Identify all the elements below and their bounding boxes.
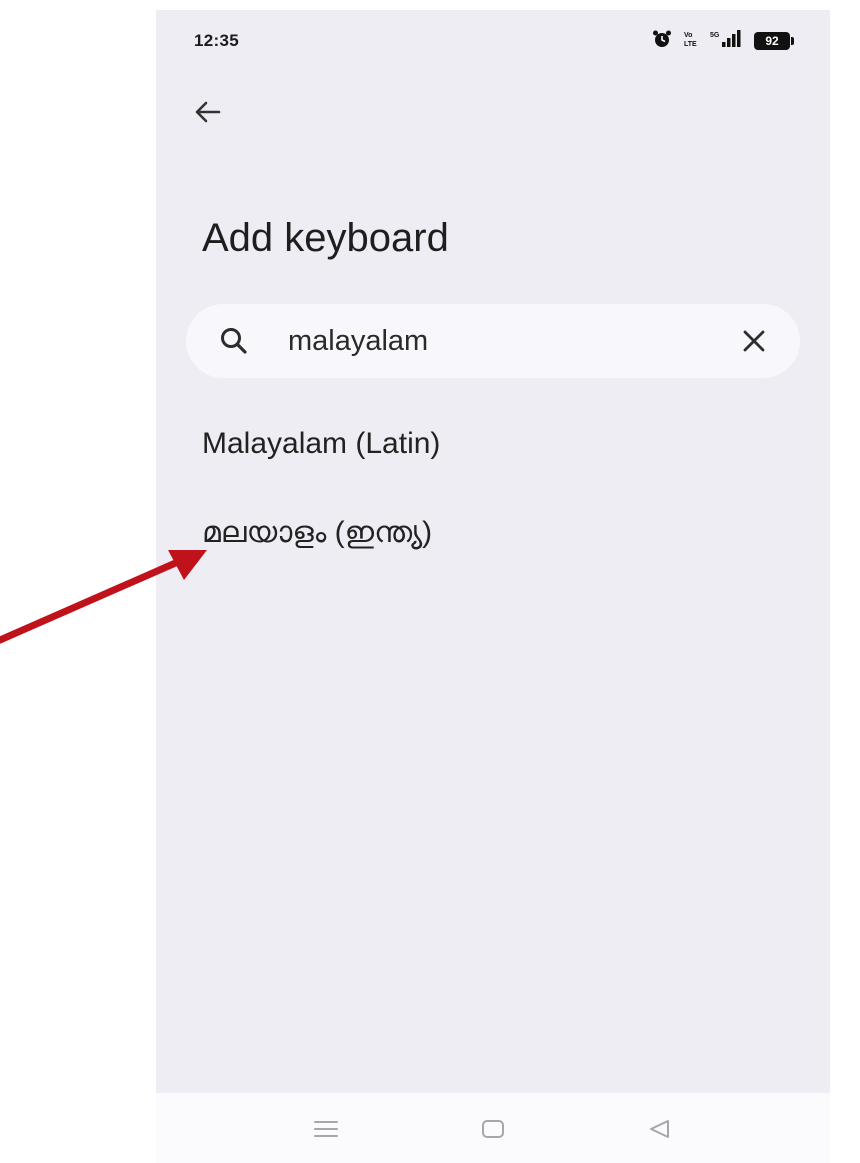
search-bar[interactable] [186, 304, 800, 378]
navigation-bar [156, 1093, 830, 1163]
list-item-malayalam-latin[interactable]: Malayalam (Latin) [202, 414, 782, 474]
search-input[interactable] [288, 320, 708, 362]
menu-icon [314, 1121, 338, 1137]
search-icon [221, 328, 247, 354]
close-icon [743, 330, 765, 352]
nav-menu-button[interactable] [308, 1111, 344, 1147]
volte-icon: Vo LTE [682, 29, 700, 53]
alarm-icon [652, 29, 672, 53]
back-triangle-icon [650, 1120, 669, 1138]
nav-home-button[interactable] [475, 1111, 511, 1147]
svg-text:Vo: Vo [684, 32, 692, 39]
status-bar: 12:35 Vo LTE 5G 92 [156, 28, 830, 56]
svg-text:5G: 5G [710, 32, 720, 39]
arrow-left-icon [195, 101, 221, 123]
signal-icon: 5G [710, 29, 744, 53]
nav-back-button[interactable] [642, 1111, 678, 1147]
svg-text:LTE: LTE [684, 41, 697, 48]
home-icon [482, 1120, 504, 1138]
list-item-malayalam-india[interactable]: മലയാളം (ഇന്ത്യ) [202, 503, 782, 563]
phone-screen: 12:35 Vo LTE 5G 92 Add keyboard malayala… [156, 10, 830, 1093]
clear-search-button[interactable] [734, 321, 774, 361]
status-icons: Vo LTE 5G 92 [652, 29, 794, 53]
page: 12:35 Vo LTE 5G 92 Add keyboard malayala… [0, 0, 860, 1163]
battery-icon: 92 [754, 32, 794, 50]
status-time: 12:35 [194, 31, 239, 50]
back-button[interactable] [186, 90, 230, 134]
page-title: Add keyboard [202, 216, 449, 260]
